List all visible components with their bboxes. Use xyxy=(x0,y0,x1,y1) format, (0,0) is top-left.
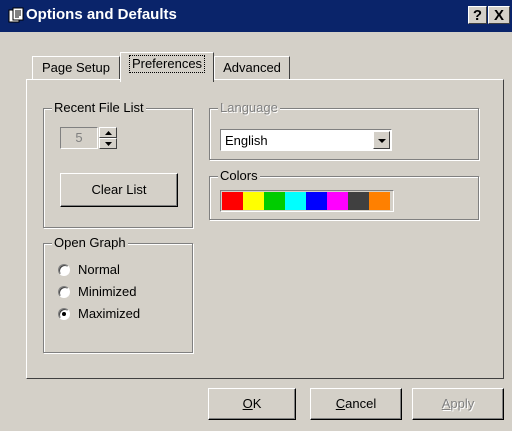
color-swatch[interactable] xyxy=(348,192,369,210)
color-swatch[interactable] xyxy=(306,192,327,210)
title-bar[interactable]: Options and Defaults ? X xyxy=(0,0,512,32)
ok-accel: O xyxy=(242,396,253,411)
open-graph-label: Open Graph xyxy=(52,235,128,250)
color-swatch[interactable] xyxy=(243,192,264,210)
spin-up-button[interactable] xyxy=(99,127,117,138)
tab-advanced[interactable]: Advanced xyxy=(214,56,290,80)
color-swatch[interactable] xyxy=(222,192,243,210)
radio-normal-button[interactable] xyxy=(58,264,70,276)
help-button[interactable]: ? xyxy=(468,6,487,24)
language-dropdown-button[interactable] xyxy=(373,131,390,149)
radio-minimized-label: Minimized xyxy=(78,284,137,299)
language-select-value: English xyxy=(225,133,268,148)
recent-file-count-input[interactable]: 5 xyxy=(60,127,98,149)
chevron-down-icon xyxy=(378,139,386,143)
tab-page-setup[interactable]: Page Setup xyxy=(32,56,120,80)
recent-file-list-label: Recent File List xyxy=(52,100,146,115)
language-select[interactable]: English xyxy=(220,129,392,151)
radio-maximized-button[interactable] xyxy=(58,308,70,320)
preferences-panel: Recent File List 5 Clear List Open Graph… xyxy=(26,79,504,379)
tab-preferences[interactable]: Preferences xyxy=(120,52,214,82)
radio-selected-dot xyxy=(62,312,66,316)
cancel-rest: ancel xyxy=(345,396,377,411)
arrow-up-icon xyxy=(105,131,112,135)
apply-rest: pply xyxy=(450,396,475,411)
cancel-button[interactable]: Cancel xyxy=(310,388,402,420)
spin-down-button[interactable] xyxy=(99,138,117,149)
language-label: Language xyxy=(218,100,280,115)
language-group: Language English xyxy=(209,101,479,160)
radio-minimized-button[interactable] xyxy=(58,286,70,298)
close-button[interactable]: X xyxy=(488,6,510,24)
clear-list-button[interactable]: Clear List xyxy=(60,173,178,207)
colors-group: Colors xyxy=(209,169,479,220)
recent-file-spinner xyxy=(99,127,117,149)
recent-file-list-group: Recent File List 5 Clear List xyxy=(43,101,193,228)
document-icon xyxy=(8,7,24,23)
cancel-accel: C xyxy=(335,396,346,411)
tab-advanced-label: Advanced xyxy=(223,60,281,75)
tab-preferences-label: Preferences xyxy=(128,55,206,73)
ok-rest: K xyxy=(252,396,262,411)
color-swatch[interactable] xyxy=(285,192,306,210)
color-swatch[interactable] xyxy=(369,192,390,210)
color-swatch[interactable] xyxy=(327,192,348,210)
radio-normal-label: Normal xyxy=(78,262,120,277)
window-title: Options and Defaults xyxy=(26,6,177,23)
colors-label: Colors xyxy=(218,168,260,183)
color-swatch[interactable] xyxy=(264,192,285,210)
options-dialog: Options and Defaults ? X Page Setup Pref… xyxy=(0,0,512,431)
tab-page-setup-label: Page Setup xyxy=(42,60,110,75)
color-swatch-strip[interactable] xyxy=(220,190,394,212)
arrow-down-icon xyxy=(105,142,112,146)
ok-button[interactable]: OK xyxy=(208,388,296,420)
apply-button[interactable]: Apply xyxy=(412,388,504,420)
radio-maximized-label: Maximized xyxy=(78,306,141,321)
open-graph-group: Open Graph Normal Minimized Maximized xyxy=(43,236,193,353)
